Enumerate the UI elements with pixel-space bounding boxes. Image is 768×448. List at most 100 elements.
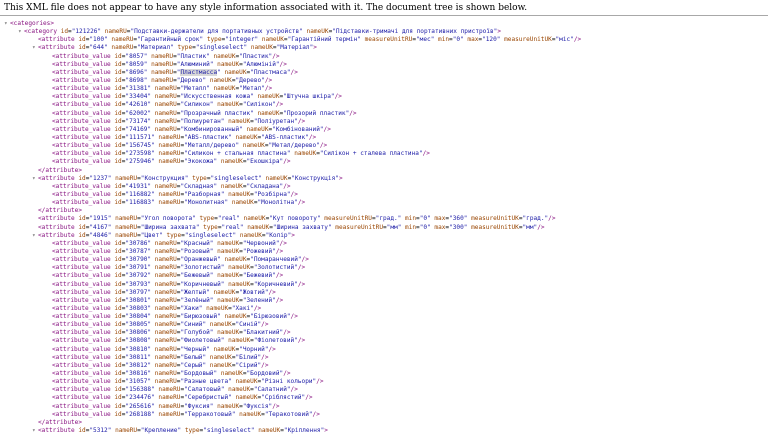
xml-attr-value: "Серый" xyxy=(180,361,207,369)
xml-attr-value-text: Терракотовый xyxy=(187,410,232,418)
xml-attr-value-text: 0 xyxy=(456,36,461,44)
xml-attr-value-text: Рожевий xyxy=(246,247,273,255)
xml-tag-name: <attribute_value xyxy=(52,52,111,60)
xml-attr-value: "Хакі" xyxy=(231,304,254,312)
xml-attr-name: nameRU xyxy=(115,215,138,223)
xml-attr-value-text: Бордовый xyxy=(184,370,214,378)
xml-attr-value-text: Поліуретан xyxy=(257,117,295,125)
xml-attr-value: "Комбинированный" xyxy=(180,125,243,133)
xml-attr-value: "0" xyxy=(419,215,431,223)
xml-attr-value-text: Помаранчевий xyxy=(253,256,298,264)
xml-tag-name: <attribute_value xyxy=(52,353,111,361)
xml-attr-value-text: 360 xyxy=(452,215,464,223)
xml-attr-value-text: 265616 xyxy=(129,402,152,410)
xml-attr-value: "275946" xyxy=(125,158,155,166)
xml-line: ▾ <categories> xyxy=(4,20,768,28)
xml-attr-value: "Блакитний" xyxy=(242,329,284,337)
xml-attr-name: min xyxy=(438,36,450,44)
xml-attr-value-text: 273598 xyxy=(129,150,152,158)
xml-attr-name: nameRU xyxy=(154,125,177,133)
xml-attr-value: "Фуксія" xyxy=(242,402,273,410)
xml-attr-name: min xyxy=(405,223,417,231)
xml-tag-name: <attribute_value xyxy=(52,313,111,321)
xml-attr-name: id xyxy=(114,199,122,207)
xml-attr-value-text: Блакитний xyxy=(246,329,280,337)
xml-attr-value-text: Червоний xyxy=(246,239,276,247)
xml-attr-name: nameRU xyxy=(151,76,174,84)
xml-attr-value-text: Підставки-тримачі для портативних пристр… xyxy=(335,28,494,36)
xml-attr-name: nameUK xyxy=(246,125,269,133)
xml-tag-name: <attribute_value xyxy=(52,182,111,190)
xml-attr-name: nameUK xyxy=(217,296,240,304)
xml-tag-name: <attribute_value xyxy=(52,68,111,76)
xml-attr-value: "singleselect" xyxy=(184,231,237,239)
xml-attr-value: "Салатний" xyxy=(253,386,291,394)
xml-tag-end: > xyxy=(78,207,83,215)
xml-attr-value: "Бежевый" xyxy=(180,272,214,280)
xml-attr-name: measureUnitRU xyxy=(324,215,372,223)
xml-attr-value-text: 121226 xyxy=(75,28,98,36)
xml-tag-name: <attribute_value xyxy=(52,117,111,125)
xml-attr-value: "Фіолетовий" xyxy=(253,337,298,345)
xml-attr-value-text: 8059 xyxy=(129,60,144,68)
xml-attr-value: "Кріплення" xyxy=(283,427,325,435)
xml-line: <attribute_value id="265616" nameRU="Фук… xyxy=(4,403,768,411)
xml-attr-value: "30787" xyxy=(125,247,152,255)
xml-attr-value-text: 0 xyxy=(423,215,428,223)
xml-attr-value-text: Алюминий xyxy=(180,60,210,68)
xml-attr-value: "Голубой" xyxy=(180,329,214,337)
xml-attr-value: "Силікон + сталева пластина" xyxy=(319,150,423,158)
xml-attr-name: id xyxy=(114,313,122,321)
xml-attr-value-text: 30810 xyxy=(129,345,148,353)
xml-attr-name: id xyxy=(114,60,122,68)
xml-attr-value-text: Монолитная xyxy=(187,199,225,207)
xml-attr-value: "Метал/дерево" xyxy=(268,142,320,150)
xml-tag-end: > xyxy=(291,231,295,239)
xml-attr-value-text: 234476 xyxy=(129,394,152,402)
xml-tree: ▾ <categories> ▾ <category id="121226" name… xyxy=(0,16,768,435)
xml-attr-value: "30790" xyxy=(125,256,152,264)
xml-attr-value-text: Разборная xyxy=(187,190,221,198)
xml-attr-name: id xyxy=(78,36,86,44)
xml-attr-value-text: singleselect xyxy=(206,427,251,435)
xml-attr-name: type xyxy=(192,174,207,182)
xml-line: <attribute_value id="8696" nameRU="Пласт… xyxy=(4,68,768,77)
xml-attr-name: nameRU xyxy=(158,199,181,207)
xml-attr-value: "Красный" xyxy=(180,239,214,247)
xml-line: <attribute_value id="275946" nameRU="Эко… xyxy=(4,158,768,166)
xml-attr-value: "Пластмаса" xyxy=(250,68,291,76)
xml-tag-name: <attribute xyxy=(38,427,75,435)
xml-attr-name: nameUK xyxy=(217,101,240,109)
xml-attr-value-text: 275946 xyxy=(129,158,152,166)
xml-attr-value-text: Ширина захвату xyxy=(276,223,328,231)
xml-attr-value-text: 120 xyxy=(485,36,497,44)
xml-attr-name: nameRU xyxy=(158,394,181,402)
xml-attr-value: "30811" xyxy=(125,353,152,361)
xml-line: <attribute_value id="8698" nameRU="Дерев… xyxy=(4,77,768,85)
xml-attr-value-text: Комбінований xyxy=(275,125,320,133)
xml-attr-name: nameRU xyxy=(154,337,177,345)
xml-tag-end: > xyxy=(313,44,317,52)
xml-attr-value-text: Складана xyxy=(250,182,280,190)
xml-attr-value-text: ABS-пластик xyxy=(187,133,229,141)
xml-attr-name: nameRU xyxy=(115,174,138,182)
xml-attr-value: "Полиуретан" xyxy=(180,117,225,125)
xml-attr-name: type xyxy=(206,36,222,44)
xml-attr-value-text: singleselect xyxy=(214,174,259,182)
xml-attr-value: "Кут повороту" xyxy=(269,215,321,223)
xml-attr-name: nameRU xyxy=(154,272,177,280)
xml-attr-value-text: Белый xyxy=(184,353,203,361)
xml-attr-name: nameUK xyxy=(220,370,243,378)
xml-tag-end: /> xyxy=(297,199,306,207)
xml-attr-value-text: 1237 xyxy=(93,174,108,182)
xml-attr-value: "300" xyxy=(449,223,468,231)
xml-attr-value-text: real xyxy=(221,215,237,223)
xml-attr-value: "Гарантийный срок" xyxy=(137,36,204,44)
xml-attr-value: "Синій" xyxy=(235,321,262,329)
xml-line: ▾ <attribute id="4846" nameRU="Цвет" type… xyxy=(4,232,768,240)
xml-tag-end: /> xyxy=(272,52,280,60)
xml-attr-value: "Пластмасса" xyxy=(176,68,221,76)
xml-attr-name: nameRU xyxy=(154,353,177,361)
xml-line: <attribute_value id="30787" nameRU="Розо… xyxy=(4,248,768,256)
xml-tag-end: /> xyxy=(297,264,306,272)
